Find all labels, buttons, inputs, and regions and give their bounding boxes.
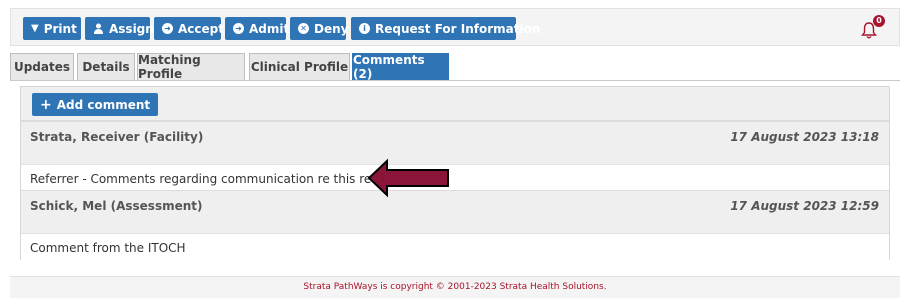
admit-label: Admit xyxy=(249,21,290,36)
comment-text: Comment from the ITOCH xyxy=(30,241,186,255)
comment-body: Comment from the ITOCH xyxy=(21,233,889,260)
comments-panel: + Add comment Strata, Receiver (Facility… xyxy=(20,86,890,260)
caret-down-icon: ▼ xyxy=(31,23,39,34)
info-circle-icon: i xyxy=(359,23,370,34)
add-comment-button[interactable]: + Add comment xyxy=(32,93,159,116)
annotation-arrow-icon xyxy=(367,158,449,198)
tab-updates[interactable]: Updates xyxy=(10,53,74,80)
accept-label: Accept xyxy=(178,21,224,36)
tab-clinical-profile[interactable]: Clinical Profile xyxy=(249,53,350,80)
tab-matching-profile[interactable]: Matching Profile xyxy=(137,53,245,81)
assign-button[interactable]: Assign xyxy=(85,17,154,40)
tab-divider xyxy=(10,80,900,81)
deny-label: Deny xyxy=(314,21,349,36)
request-info-label: Request For Information xyxy=(375,21,541,36)
comment-header: Schick, Mel (Assessment) 17 August 2023 … xyxy=(21,190,889,233)
arrow-circle-right-icon: ➜ xyxy=(233,23,244,34)
tab-details[interactable]: Details xyxy=(77,53,135,80)
comment-date: 17 August 2023 12:59 xyxy=(730,199,879,213)
add-comment-label: Add comment xyxy=(56,97,151,112)
times-circle-icon: ✕ xyxy=(298,23,309,34)
footer: Strata PathWays is copyright © 2001-2023… xyxy=(10,276,900,298)
comment-author: Strata, Receiver (Facility) xyxy=(30,130,204,144)
arrow-circle-right-icon: ➜ xyxy=(162,23,173,34)
assign-label: Assign xyxy=(109,21,154,36)
copyright-text: Strata PathWays is copyright © 2001-2023… xyxy=(303,282,607,292)
comment-body: Referrer - Comments regarding communicat… xyxy=(21,164,889,190)
notification-badge: 0 xyxy=(873,15,885,27)
print-button[interactable]: ▼ Print xyxy=(23,17,81,40)
user-icon xyxy=(93,23,104,34)
action-toolbar: ▼ Print Assign ➜ Accept ➜ Admit ✕ Deny i… xyxy=(10,8,900,46)
comments-panel-header: + Add comment xyxy=(21,87,889,121)
comment-author: Schick, Mel (Assessment) xyxy=(30,199,203,213)
deny-button[interactable]: ✕ Deny xyxy=(290,17,349,40)
admit-button[interactable]: ➜ Admit xyxy=(225,17,290,40)
plus-icon: + xyxy=(40,96,52,113)
comment-text: Referrer - Comments regarding communicat… xyxy=(30,172,408,186)
print-label: Print xyxy=(43,21,77,36)
comment-date: 17 August 2023 13:18 xyxy=(730,130,879,144)
request-info-button[interactable]: i Request For Information xyxy=(351,17,540,40)
comment-header: Strata, Receiver (Facility) 17 August 20… xyxy=(21,121,889,164)
accept-button[interactable]: ➜ Accept xyxy=(154,17,224,40)
tab-comments[interactable]: Comments (2) xyxy=(352,53,449,81)
